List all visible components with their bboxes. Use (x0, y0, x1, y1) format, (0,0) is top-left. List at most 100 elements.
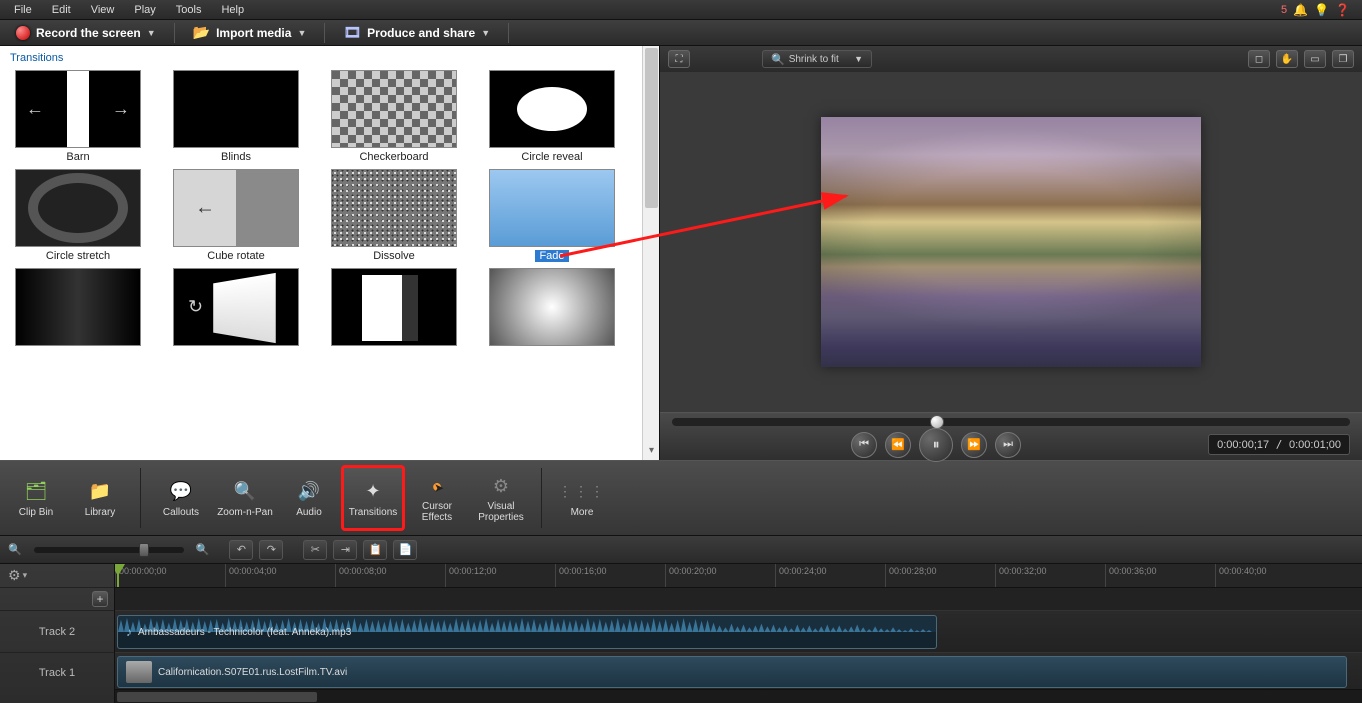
ruler-tick: 00:00:40;00 (1215, 564, 1267, 587)
timeline-h-scrollbar[interactable] (115, 689, 1362, 703)
transition-circle-reveal[interactable]: Circle reveal (482, 70, 622, 163)
forward-button[interactable]: ⏩ (961, 432, 987, 458)
transition-barn[interactable]: ←→Barn (8, 70, 148, 163)
ruler-tick: 00:00:32;00 (995, 564, 1047, 587)
track-2-lane[interactable]: ♪ Ambassadeurs - Technicolor (feat. Anne… (115, 610, 1362, 652)
zoom-dropdown[interactable]: 🔍 Shrink to fit ▼ (762, 50, 872, 68)
transition-fade[interactable]: Fade (482, 169, 622, 262)
rewind-button[interactable]: ⏪ (885, 432, 911, 458)
transition-blinds[interactable]: Blinds (166, 70, 306, 163)
folder-icon: 📂 (193, 24, 210, 41)
track-1-lane[interactable]: Californication.S07E01.rus.LostFilm.TV.a… (115, 652, 1362, 692)
menu-file[interactable]: File (4, 2, 42, 18)
cut-button[interactable]: ✂ (303, 540, 327, 560)
tab-cursor-effects[interactable]: ●➤Cursor Effects (405, 465, 469, 531)
menu-view[interactable]: View (81, 2, 125, 18)
preview-toolbar: ⛶ 🔍 Shrink to fit ▼ ◻ ✋ ▭ ❐ (660, 46, 1362, 72)
timeline-tracks[interactable]: 00:00:00;0000:00:04;0000:00:08;0000:00:1… (115, 564, 1362, 703)
zoom-label: Shrink to fit (789, 54, 839, 65)
chevron-down-icon: ▼ (297, 28, 306, 38)
transition-cube-rotate[interactable]: Cube rotate (166, 169, 306, 262)
menu-bar: File Edit View Play Tools Help 5 🔔 💡 ❓ (0, 0, 1362, 20)
tab-library[interactable]: 📁Library (68, 465, 132, 531)
ruler-tick: 00:00:16;00 (555, 564, 607, 587)
zoom-in-icon[interactable]: 🔍 (196, 543, 210, 556)
transition-dissolve[interactable]: Dissolve (324, 169, 464, 262)
pan-button[interactable]: ✋ (1276, 50, 1298, 68)
menu-edit[interactable]: Edit (42, 2, 81, 18)
tab-audio[interactable]: 🔊Audio (277, 465, 341, 531)
zoom-out-icon[interactable]: 🔍 (8, 543, 22, 556)
clip-label: Ambassadeurs - Technicolor (feat. Anneka… (138, 627, 351, 638)
playhead[interactable] (117, 564, 119, 587)
playback-controls: ⏮ ⏪ ⏸ ⏩ ⏭ 0:00:00;17 / 0:00:01;00 (660, 412, 1362, 460)
audio-clip[interactable]: ♪ Ambassadeurs - Technicolor (feat. Anne… (117, 615, 937, 649)
main-area: Transitions ←→Barn Blinds Checkerboard C… (0, 46, 1362, 460)
seek-bar[interactable] (672, 418, 1350, 426)
ruler-tick: 00:00:12;00 (445, 564, 497, 587)
share-icon: 🎞 (343, 24, 361, 41)
transition-item[interactable] (482, 268, 622, 349)
timeline-settings-button[interactable]: ⚙ ▾ (0, 564, 114, 588)
redo-button[interactable]: ↷ (259, 540, 283, 560)
play-pause-button[interactable]: ⏸ (919, 428, 953, 462)
help-icon[interactable]: ❓ (1335, 3, 1350, 17)
tab-clip-bin[interactable]: 🗂Clip Bin (4, 465, 68, 531)
tab-visual-properties[interactable]: ⚙Visual Properties (469, 465, 533, 531)
video-clip[interactable]: Californication.S07E01.rus.LostFilm.TV.a… (117, 656, 1347, 688)
transition-circle-stretch[interactable]: Circle stretch (8, 169, 148, 262)
preview-canvas[interactable] (660, 72, 1362, 412)
transition-checkerboard[interactable]: Checkerboard (324, 70, 464, 163)
paste-button[interactable]: 📄 (393, 540, 417, 560)
record-label: Record the screen (36, 26, 141, 40)
track-header-1[interactable]: Track 1 (0, 652, 114, 692)
zoom-slider[interactable] (34, 547, 184, 553)
notification-count: 5 (1281, 4, 1287, 16)
undo-button[interactable]: ↶ (229, 540, 253, 560)
tab-zoom-pan[interactable]: 🔍Zoom-n-Pan (213, 465, 277, 531)
tip-icon[interactable]: 💡 (1314, 3, 1329, 17)
transition-item[interactable] (8, 268, 148, 349)
menu-help[interactable]: Help (211, 2, 254, 18)
split-button[interactable]: ⇥ (333, 540, 357, 560)
transition-label: Cube rotate (207, 250, 264, 262)
next-frame-button[interactable]: ⏭ (995, 432, 1021, 458)
timeline-body: ⚙ ▾ + Track 2 Track 1 00:00:00;0000:00:0… (0, 564, 1362, 703)
chevron-down-icon: ▼ (854, 54, 863, 64)
time-ruler[interactable]: 00:00:00;0000:00:04;0000:00:08;0000:00:1… (115, 564, 1362, 588)
transitions-grid: ←→Barn Blinds Checkerboard Circle reveal… (0, 66, 659, 460)
detach-preview-button[interactable]: ⛶ (668, 50, 690, 68)
crop-button[interactable]: ◻ (1248, 50, 1270, 68)
ruler-tick: 00:00:24;00 (775, 564, 827, 587)
popout-button[interactable]: ❐ (1332, 50, 1354, 68)
ruler-tick: 00:00:36;00 (1105, 564, 1157, 587)
timeline-area: 🔍 🔍 ↶ ↷ ✂ ⇥ 📋 📄 ⚙ ▾ + Track 2 Track 1 00… (0, 536, 1362, 703)
track-header-2[interactable]: Track 2 (0, 610, 114, 652)
record-screen-button[interactable]: Record the screen ▼ (8, 24, 164, 42)
chevron-down-icon: ▼ (481, 28, 490, 38)
add-track-button[interactable]: + (92, 591, 108, 607)
panel-scrollbar[interactable]: ▾ (642, 46, 659, 460)
prev-frame-button[interactable]: ⏮ (851, 432, 877, 458)
track-headers: ⚙ ▾ + Track 2 Track 1 (0, 564, 115, 703)
menu-play[interactable]: Play (124, 2, 165, 18)
zoom-handle[interactable] (139, 543, 149, 557)
tab-more[interactable]: ⋮⋮⋮More (550, 465, 614, 531)
fullscreen-button[interactable]: ▭ (1304, 50, 1326, 68)
import-label: Import media (216, 26, 291, 40)
search-icon: 🔍 (771, 53, 785, 66)
video-frame (821, 117, 1201, 367)
produce-share-button[interactable]: 🎞 Produce and share ▼ (335, 22, 498, 43)
tab-callouts[interactable]: 💬Callouts (149, 465, 213, 531)
transition-item[interactable] (324, 268, 464, 349)
ruler-tick: 00:00:20;00 (665, 564, 717, 587)
tab-transitions[interactable]: ✦Transitions (341, 465, 405, 531)
menu-tools[interactable]: Tools (166, 2, 212, 18)
import-media-button[interactable]: 📂 Import media ▼ (185, 22, 315, 43)
transition-label: Fade (535, 250, 568, 262)
transition-item[interactable] (166, 268, 306, 349)
bell-icon[interactable]: 🔔 (1293, 3, 1308, 17)
transition-label: Circle stretch (46, 250, 110, 262)
copy-button[interactable]: 📋 (363, 540, 387, 560)
transitions-panel: Transitions ←→Barn Blinds Checkerboard C… (0, 46, 659, 460)
